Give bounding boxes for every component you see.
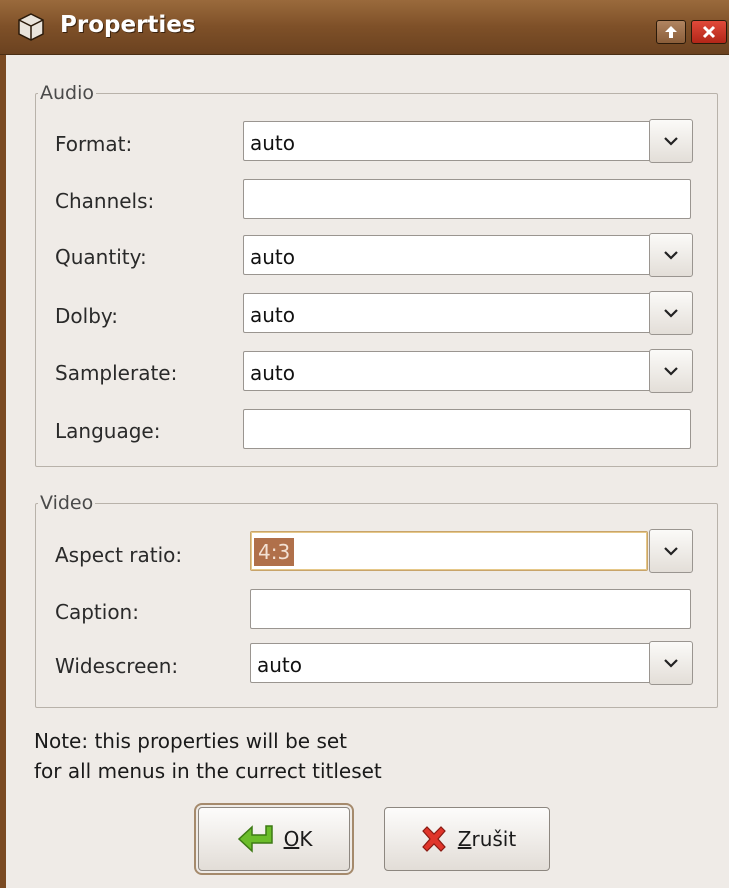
cancel-button[interactable]: Zrušit bbox=[384, 807, 550, 871]
widescreen-label: Widescreen: bbox=[55, 654, 179, 678]
window-title: Properties bbox=[60, 12, 196, 38]
red-x-icon bbox=[421, 826, 446, 852]
caption-label: Caption: bbox=[55, 600, 139, 624]
chevron-down-icon bbox=[664, 659, 678, 668]
title-bar[interactable]: Properties bbox=[0, 0, 729, 55]
aspect-ratio-value: 4:3 bbox=[254, 538, 295, 566]
samplerate-label: Samplerate: bbox=[55, 361, 178, 385]
ok-mnemonic: O bbox=[283, 827, 300, 851]
dolby-label: Dolby: bbox=[55, 304, 119, 328]
widescreen-value: auto bbox=[257, 653, 303, 677]
format-label: Format: bbox=[55, 132, 133, 156]
channels-label: Channels: bbox=[55, 189, 155, 213]
widescreen-combo[interactable]: auto bbox=[250, 643, 651, 683]
quantity-combo[interactable]: auto bbox=[243, 235, 651, 275]
note-line-1: Note: this properties will be set bbox=[34, 729, 348, 753]
cancel-label: Zrušit bbox=[458, 827, 516, 851]
format-combo[interactable]: auto bbox=[243, 121, 651, 161]
ok-button[interactable]: OK bbox=[194, 803, 354, 875]
samplerate-dropdown-button[interactable] bbox=[649, 349, 693, 393]
arrow-up-icon bbox=[665, 26, 677, 38]
quantity-dropdown-button[interactable] bbox=[649, 233, 693, 277]
audio-legend: Audio bbox=[40, 82, 95, 104]
dialog-content: Audio Format: auto Channels: Quantity: a… bbox=[6, 55, 729, 888]
samplerate-combo[interactable]: auto bbox=[243, 351, 651, 391]
ok-label-rest: K bbox=[299, 827, 313, 851]
close-button[interactable] bbox=[691, 20, 727, 44]
dolby-value: auto bbox=[250, 303, 296, 327]
close-icon bbox=[702, 25, 716, 39]
samplerate-value: auto bbox=[250, 361, 296, 385]
package-icon bbox=[18, 13, 44, 41]
video-legend: Video bbox=[40, 492, 94, 514]
maximize-button[interactable] bbox=[656, 20, 686, 44]
ok-label: OK bbox=[284, 827, 313, 851]
format-dropdown-button[interactable] bbox=[649, 119, 693, 163]
chevron-down-icon bbox=[664, 309, 678, 318]
quantity-label: Quantity: bbox=[55, 245, 147, 269]
quantity-value: auto bbox=[250, 245, 296, 269]
cancel-mnemonic: Z bbox=[457, 827, 472, 851]
language-input[interactable] bbox=[243, 409, 691, 449]
chevron-down-icon bbox=[664, 547, 678, 556]
widescreen-dropdown-button[interactable] bbox=[649, 641, 693, 685]
format-value: auto bbox=[250, 131, 296, 155]
dolby-dropdown-button[interactable] bbox=[649, 291, 693, 335]
dolby-combo[interactable]: auto bbox=[243, 293, 651, 333]
enter-arrow-icon bbox=[237, 825, 273, 853]
cancel-label-rest: rušit bbox=[471, 827, 517, 851]
language-label: Language: bbox=[55, 419, 161, 443]
aspect-ratio-label: Aspect ratio: bbox=[55, 543, 183, 567]
chevron-down-icon bbox=[664, 251, 678, 260]
chevron-down-icon bbox=[664, 367, 678, 376]
note-line-2: for all menus in the currect titleset bbox=[34, 759, 382, 783]
channels-input[interactable] bbox=[243, 179, 691, 219]
chevron-down-icon bbox=[664, 137, 678, 146]
aspect-ratio-dropdown-button[interactable] bbox=[649, 529, 693, 573]
caption-input[interactable] bbox=[250, 589, 691, 629]
aspect-ratio-combo[interactable]: 4:3 bbox=[250, 531, 648, 571]
note-text: Note: this properties will be set for al… bbox=[34, 726, 382, 786]
